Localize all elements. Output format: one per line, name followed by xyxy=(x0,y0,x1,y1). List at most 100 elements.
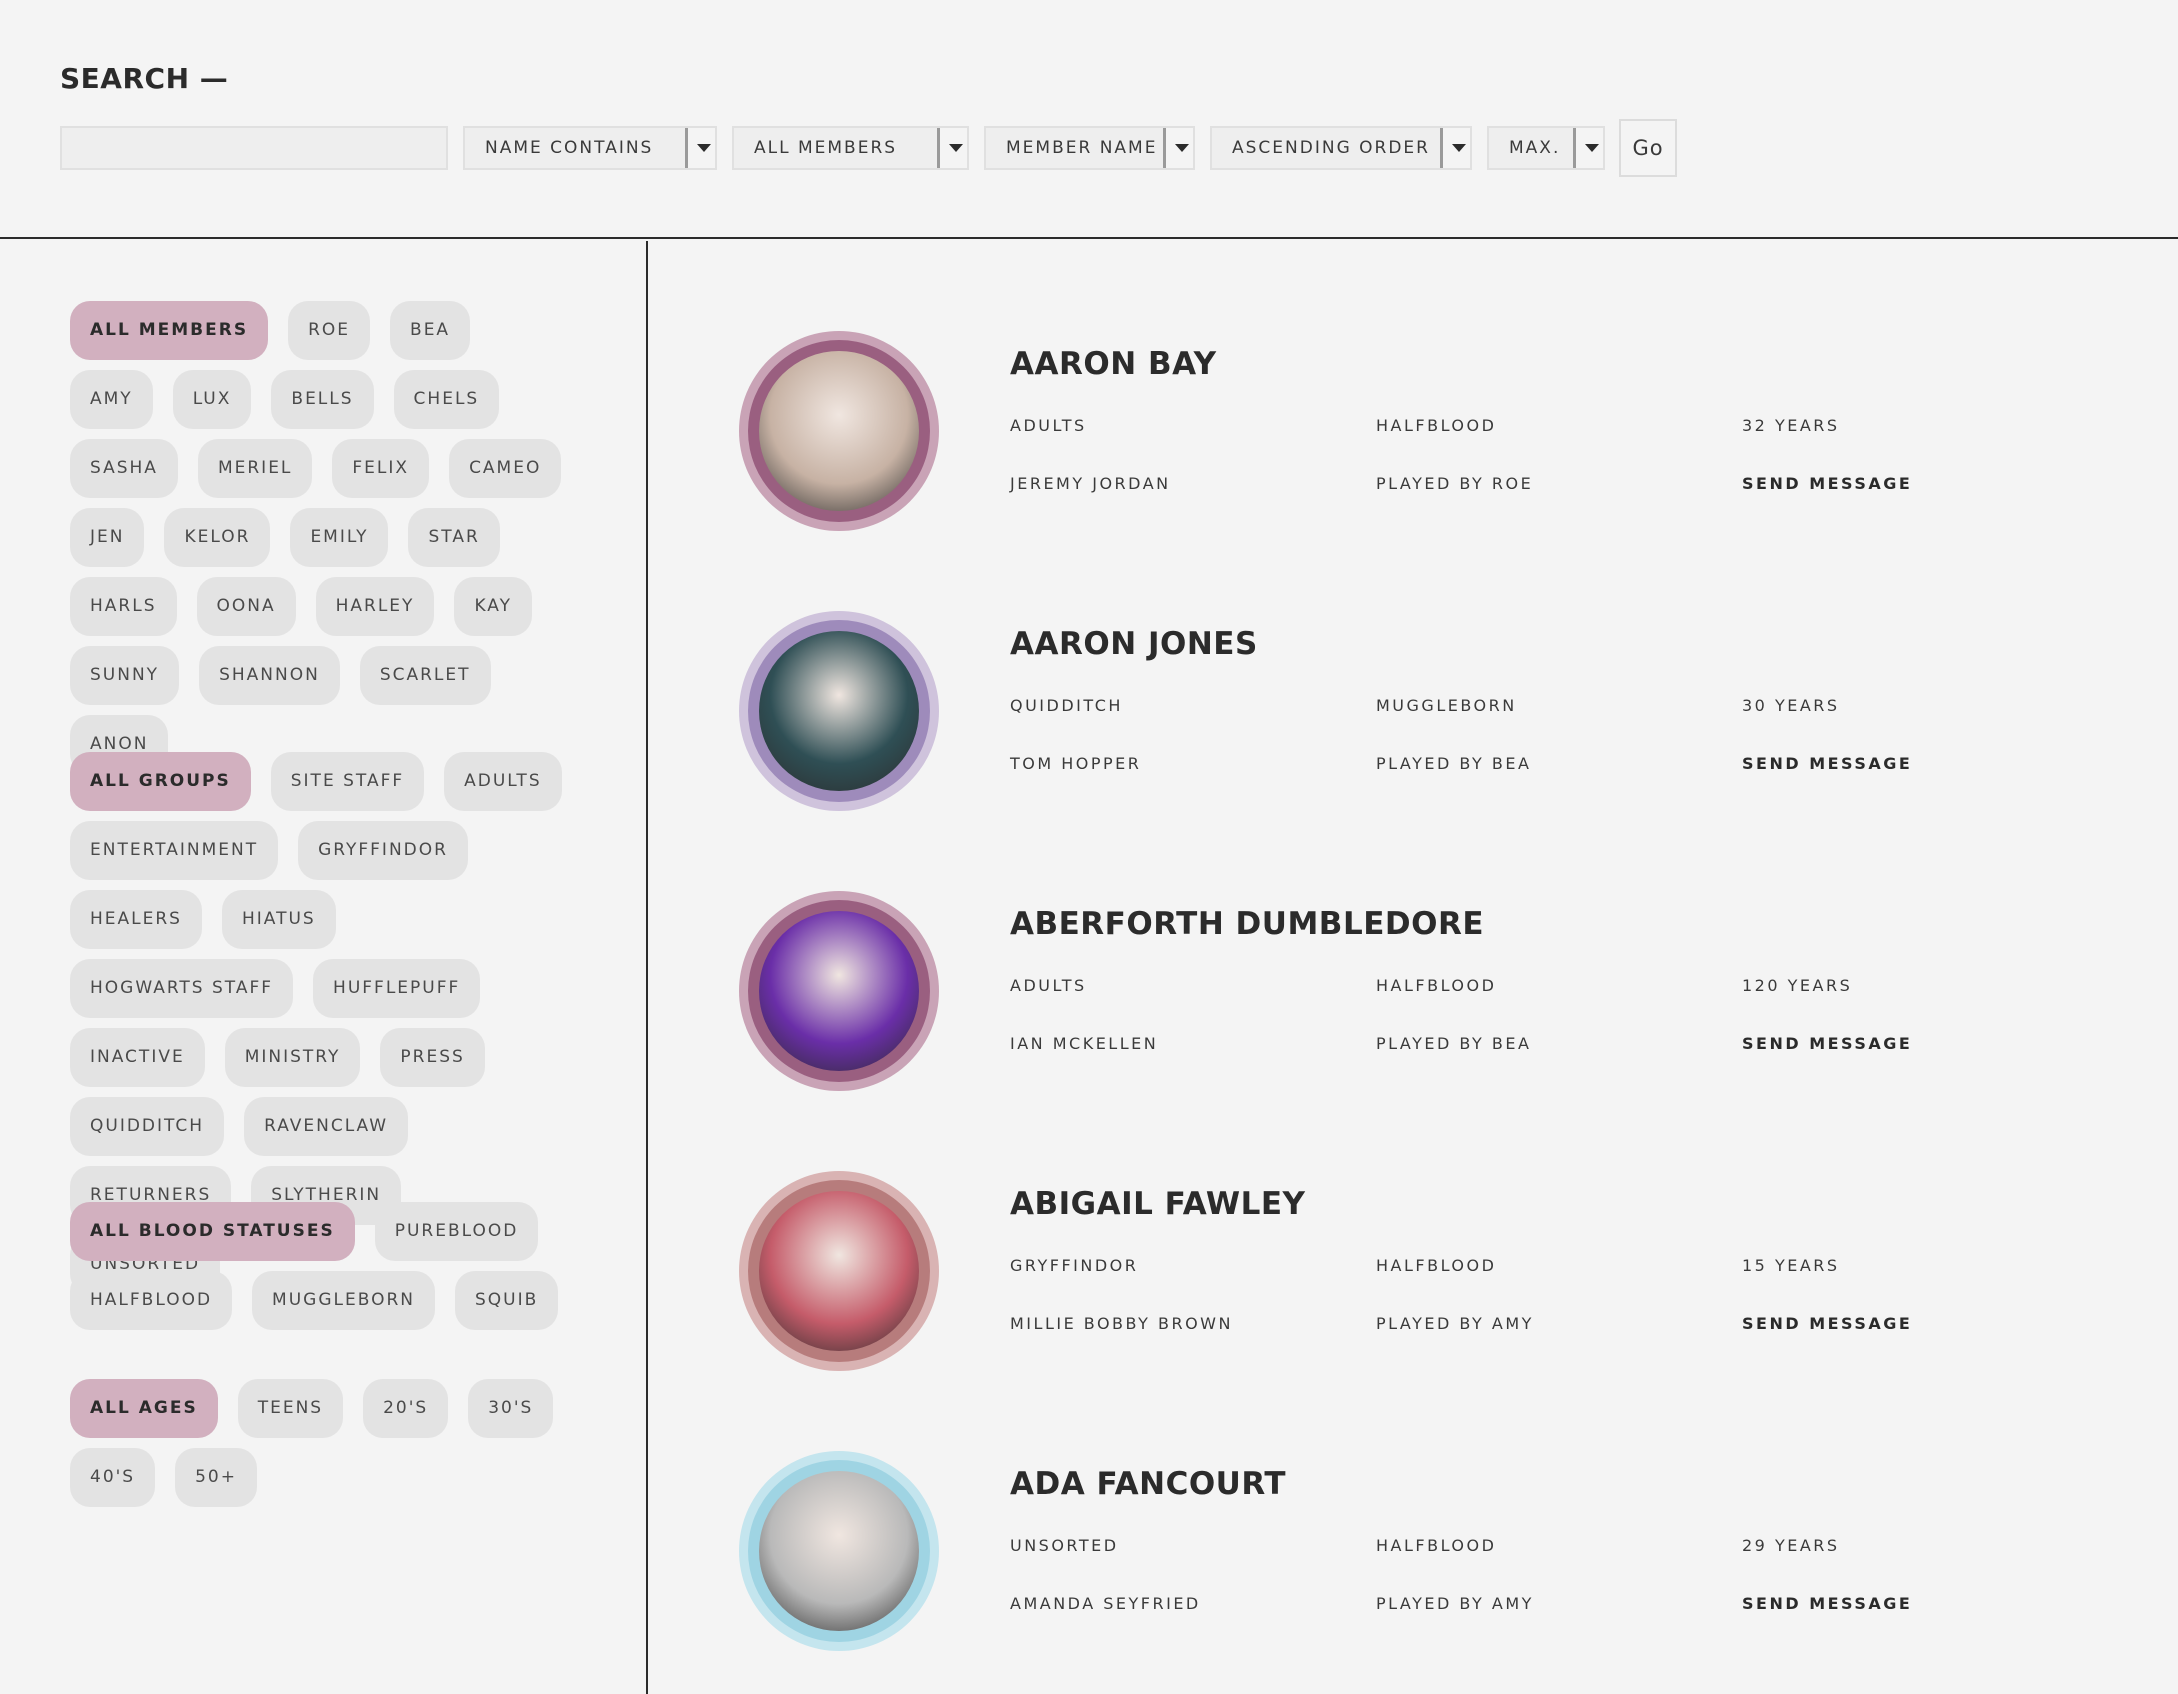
group-filter-pill[interactable]: RAVENCLAW xyxy=(244,1097,409,1156)
select-label: ASCENDING ORDER xyxy=(1232,138,1430,158)
player-filter-pill[interactable]: HARLEY xyxy=(315,577,435,636)
player-filter-pill[interactable]: SASHA xyxy=(70,439,178,498)
member-faceclaim: TOM HOPPER xyxy=(1010,754,1142,773)
group-filter-pill[interactable]: ADULTS xyxy=(444,752,562,811)
member-blood-status: HALFBLOOD xyxy=(1376,1256,1497,1275)
member-group: UNSORTED xyxy=(1010,1536,1119,1555)
send-message-link[interactable]: SEND MESSAGE xyxy=(1742,1034,1912,1053)
avatar[interactable] xyxy=(739,611,939,811)
chevron-down-icon[interactable] xyxy=(937,128,967,168)
chevron-down-icon[interactable] xyxy=(1440,128,1470,168)
player-filter-pill[interactable]: CAMEO xyxy=(449,439,562,498)
send-message-link[interactable]: SEND MESSAGE xyxy=(1742,1314,1912,1333)
player-filter-pill[interactable]: AMY xyxy=(70,370,153,429)
age-filter-pill[interactable]: ALL AGES xyxy=(70,1379,218,1438)
blood-status-filter-pill[interactable]: SQUIB xyxy=(455,1271,559,1330)
member-name[interactable]: AARON BAY xyxy=(1010,346,1217,382)
player-filter-pill[interactable]: OONA xyxy=(196,577,296,636)
player-filter-pill[interactable]: ROE xyxy=(288,301,371,360)
member-card: ABIGAIL FAWLEY GRYFFINDOR HALFBLOOD 15 Y… xyxy=(650,1081,2178,1371)
name-contains-select[interactable]: NAME CONTAINS xyxy=(463,126,717,170)
avatar[interactable] xyxy=(739,891,939,1091)
chevron-down-icon[interactable] xyxy=(1163,128,1193,168)
send-message-link[interactable]: SEND MESSAGE xyxy=(1742,754,1912,773)
group-filter-pill[interactable]: HIATUS xyxy=(221,890,336,949)
chevron-down-icon[interactable] xyxy=(1573,128,1603,168)
send-message-link[interactable]: SEND MESSAGE xyxy=(1742,1594,1912,1613)
avatar[interactable] xyxy=(739,1171,939,1371)
member-card: AARON BAY ADULTS HALFBLOOD 32 YEARS JERE… xyxy=(650,241,2178,531)
player-filter-pill[interactable]: FELIX xyxy=(332,439,430,498)
member-name[interactable]: ADA FANCOURT xyxy=(1010,1466,1286,1502)
group-filter-pill[interactable]: MINISTRY xyxy=(224,1028,361,1087)
avatar-inner-ring xyxy=(748,900,930,1082)
group-filter-pill[interactable]: HEALERS xyxy=(70,890,202,949)
avatar[interactable] xyxy=(739,331,939,531)
group-filter-pill[interactable]: ALL GROUPS xyxy=(70,752,251,811)
member-group: GRYFFINDOR xyxy=(1010,1256,1139,1275)
member-name[interactable]: ABERFORTH DUMBLEDORE xyxy=(1010,906,1484,942)
avatar-inner-ring xyxy=(748,340,930,522)
group-filter-pill[interactable]: ENTERTAINMENT xyxy=(70,821,279,880)
player-filter-pill[interactable]: ALL MEMBERS xyxy=(70,301,269,360)
member-age: 120 YEARS xyxy=(1742,976,1853,995)
player-filter-pill[interactable]: SHANNON xyxy=(199,646,340,705)
age-filter-pill[interactable]: 40'S xyxy=(70,1448,156,1507)
avatar-photo xyxy=(759,1191,919,1351)
select-label: MEMBER NAME xyxy=(1006,138,1158,158)
member-group: ADULTS xyxy=(1010,976,1087,995)
send-message-link[interactable]: SEND MESSAGE xyxy=(1742,474,1912,493)
player-filter-pill[interactable]: KAY xyxy=(454,577,532,636)
go-button[interactable]: Go xyxy=(1619,119,1677,177)
avatar-inner-ring xyxy=(748,1460,930,1642)
group-filter-pill[interactable]: SITE STAFF xyxy=(270,752,425,811)
player-filter-pill[interactable]: STAR xyxy=(408,508,500,567)
member-scope-select[interactable]: ALL MEMBERS xyxy=(732,126,969,170)
avatar[interactable] xyxy=(739,1451,939,1651)
player-filter-pill[interactable]: KELOR xyxy=(164,508,271,567)
search-section: SEARCH — NAME CONTAINS ALL MEMBERS MEMBE… xyxy=(0,0,2178,239)
avatar-photo xyxy=(759,351,919,511)
player-filter-pill[interactable]: SCARLET xyxy=(359,646,491,705)
member-name[interactable]: ABIGAIL FAWLEY xyxy=(1010,1186,1305,1222)
max-results-select[interactable]: MAX. xyxy=(1487,126,1605,170)
select-label: NAME CONTAINS xyxy=(485,138,654,158)
player-filter-pill[interactable]: SUNNY xyxy=(70,646,180,705)
member-card: ABERFORTH DUMBLEDORE ADULTS HALFBLOOD 12… xyxy=(650,801,2178,1091)
player-filter-pill[interactable]: BELLS xyxy=(271,370,374,429)
group-filter-pill[interactable]: GRYFFINDOR xyxy=(298,821,468,880)
player-filter-pill[interactable]: JEN xyxy=(70,508,145,567)
group-filter-pill[interactable]: HOGWARTS STAFF xyxy=(70,959,294,1018)
player-filter-pill[interactable]: EMILY xyxy=(290,508,389,567)
blood-status-filter-pill[interactable]: PUREBLOOD xyxy=(374,1202,539,1261)
member-age: 30 YEARS xyxy=(1742,696,1840,715)
member-player: PLAYED BY BEA xyxy=(1376,754,1532,773)
age-filter-pill[interactable]: 30'S xyxy=(468,1379,554,1438)
member-name[interactable]: AARON JONES xyxy=(1010,626,1258,662)
blood-status-filter-pill[interactable]: HALFBLOOD xyxy=(70,1271,233,1330)
player-filter-pill[interactable]: LUX xyxy=(172,370,252,429)
group-filter-pill[interactable]: QUIDDITCH xyxy=(70,1097,225,1156)
player-filter-pill[interactable]: HARLS xyxy=(70,577,177,636)
sort-order-select[interactable]: ASCENDING ORDER xyxy=(1210,126,1472,170)
member-faceclaim: MILLIE BOBBY BROWN xyxy=(1010,1314,1233,1333)
group-filter-pill[interactable]: INACTIVE xyxy=(70,1028,205,1087)
player-filter-pill[interactable]: MERIEL xyxy=(197,439,313,498)
blood-status-filter-pill[interactable]: MUGGLEBORN xyxy=(252,1271,435,1330)
blood-status-filter-pill[interactable]: ALL BLOOD STATUSES xyxy=(70,1202,355,1261)
search-title: SEARCH — xyxy=(60,62,229,95)
group-filter-pill[interactable]: HUFFLEPUFF xyxy=(313,959,481,1018)
avatar-inner-ring xyxy=(748,620,930,802)
member-faceclaim: IAN MCKELLEN xyxy=(1010,1034,1159,1053)
player-filter-pill[interactable]: BEA xyxy=(390,301,471,360)
sort-field-select[interactable]: MEMBER NAME xyxy=(984,126,1195,170)
member-blood-status: MUGGLEBORN xyxy=(1376,696,1517,715)
search-input[interactable] xyxy=(60,126,448,170)
age-filter-pill[interactable]: 20'S xyxy=(363,1379,449,1438)
group-filter-pill[interactable]: PRESS xyxy=(380,1028,485,1087)
age-filter-pill[interactable]: TEENS xyxy=(237,1379,344,1438)
player-filter-pill[interactable]: CHELS xyxy=(393,370,500,429)
chevron-down-icon[interactable] xyxy=(685,128,715,168)
age-filter-pill[interactable]: 50+ xyxy=(175,1448,257,1507)
member-group: QUIDDITCH xyxy=(1010,696,1123,715)
